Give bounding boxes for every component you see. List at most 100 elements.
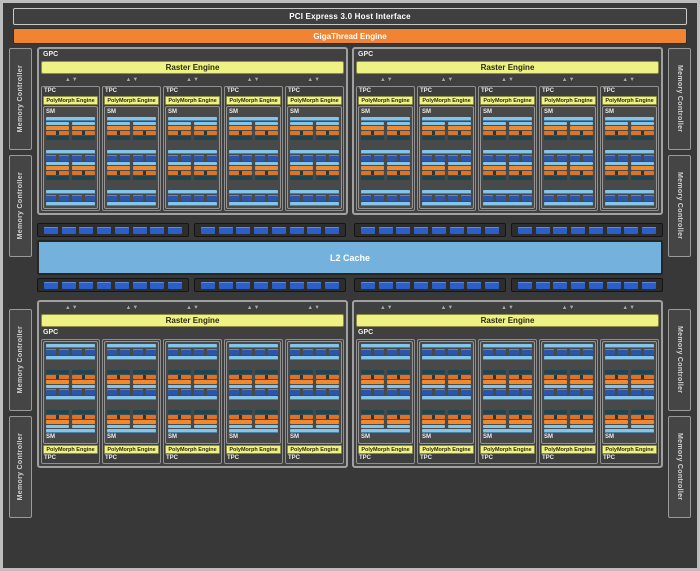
texture-unit <box>387 389 397 395</box>
register-file-bar <box>255 176 278 180</box>
sm-partition <box>290 162 339 189</box>
register-file-bar <box>229 410 252 414</box>
cuda-core-grid <box>316 142 339 149</box>
interconnect-group <box>37 223 189 237</box>
down-arrow-icon: ▼ <box>629 305 636 311</box>
instruction-buffer-bar <box>422 425 445 428</box>
shared-cache-bar <box>229 202 278 206</box>
warp-scheduler-bar <box>422 166 445 170</box>
texture-unit <box>46 349 56 355</box>
texture-unit <box>631 195 641 201</box>
texture-unit <box>583 155 593 161</box>
dispatch-unit-bar <box>544 415 567 419</box>
sm: SM <box>43 106 98 209</box>
instruction-cache-bar <box>544 429 593 433</box>
raster-engine-bar: Raster Engine <box>356 61 659 74</box>
instruction-buffer-bar <box>168 385 191 388</box>
texture-unit <box>120 195 130 201</box>
pci-express-host-interface-bar: PCI Express 3.0 Host Interface <box>13 8 687 25</box>
texture-unit-row <box>422 389 471 395</box>
instruction-buffer-bar <box>46 425 69 428</box>
warp-scheduler-bar <box>133 126 156 130</box>
texture-unit-row <box>422 349 471 355</box>
dispatch-unit-bar <box>133 171 156 175</box>
dispatch-unit-bar <box>133 131 156 135</box>
interconnect-block <box>485 281 500 289</box>
texture-unit <box>400 349 410 355</box>
instruction-buffer-bar <box>605 122 628 125</box>
up-arrow-icon: ▲ <box>186 305 192 311</box>
polymorph-engine-bar: PolyMorph Engine <box>419 96 474 105</box>
texture-unit <box>329 389 339 395</box>
register-file-bar <box>290 370 313 374</box>
instruction-buffer-bar <box>316 425 339 428</box>
polymorph-engine-bar: PolyMorph Engine <box>358 445 413 454</box>
warp-scheduler-bar <box>544 166 567 170</box>
warp-scheduler-bar <box>133 380 156 384</box>
instruction-buffer-bar <box>422 385 445 388</box>
updown-arrows-icon: ▲ ▼ <box>186 76 199 84</box>
dispatch-unit-bar <box>544 131 567 135</box>
sm-partition <box>422 162 471 189</box>
tpc-row: TPC PolyMorph Engine SM TPC PolyMorph Engine… <box>356 339 659 464</box>
register-file-bar <box>194 370 217 374</box>
texture-unit <box>374 349 384 355</box>
texture-unit <box>72 349 82 355</box>
warp-scheduler-bar <box>168 380 191 384</box>
instruction-buffer-bar <box>605 385 628 388</box>
cuda-core-grid <box>605 142 628 149</box>
texture-unit <box>605 389 615 395</box>
texture-unit <box>422 349 432 355</box>
tpc-row: TPC PolyMorph Engine SM TPC PolyMorph Engine… <box>356 86 659 211</box>
warp-scheduler-bar <box>605 126 628 130</box>
tpc: TPC PolyMorph Engine SM <box>163 86 222 211</box>
shared-cache-bar <box>605 190 654 194</box>
register-file-bar <box>570 176 593 180</box>
texture-unit <box>483 195 493 201</box>
dispatch-unit-bar <box>387 131 410 135</box>
warp-scheduler-bar <box>72 126 95 130</box>
sm-label: SM <box>290 109 299 115</box>
shared-cache-bar <box>483 396 532 400</box>
updown-arrows-icon: ▲ ▼ <box>380 304 393 312</box>
texture-unit <box>207 349 217 355</box>
shared-cache-bar <box>483 344 532 348</box>
sm-partition-column <box>229 122 252 149</box>
texture-unit <box>448 349 458 355</box>
texture-unit <box>483 155 493 161</box>
sm-partition <box>361 162 410 189</box>
texture-unit <box>72 389 82 395</box>
dispatch-unit-bar <box>361 131 384 135</box>
instruction-buffer-bar <box>631 122 654 125</box>
updown-arrows-icon: ▲ ▼ <box>247 76 260 84</box>
shared-cache-bar <box>361 150 410 154</box>
memory-controller-label: Memory Controller <box>17 326 24 394</box>
warp-scheduler-bar <box>422 126 445 130</box>
sm-partition <box>483 122 532 149</box>
dispatch-unit-bar <box>316 131 339 135</box>
texture-unit <box>194 155 204 161</box>
sm-partition-column <box>544 361 567 388</box>
interconnect-block <box>414 281 429 289</box>
updown-arrows-icon: ▲ ▼ <box>562 304 575 312</box>
shared-cache-bar <box>290 190 339 194</box>
register-file-bar <box>72 410 95 414</box>
instruction-cache-bar <box>361 117 410 121</box>
tpc-label: TPC <box>481 455 493 461</box>
shared-cache-bar <box>361 344 410 348</box>
warp-scheduler-bar <box>194 380 217 384</box>
register-file-bar <box>46 410 69 414</box>
diagram-body: Memory Controller Memory Controller Memory… <box>9 47 691 518</box>
instruction-buffer-bar <box>229 425 252 428</box>
down-arrow-icon: ▼ <box>447 305 454 311</box>
texture-unit <box>255 389 265 395</box>
instruction-buffer-bar <box>133 122 156 125</box>
down-arrow-icon: ▼ <box>253 77 260 83</box>
warp-scheduler-bar <box>361 420 384 424</box>
interconnect-block <box>467 226 482 234</box>
texture-unit <box>422 195 432 201</box>
sm-partition-column <box>605 122 628 149</box>
sm-partition-column <box>422 401 445 428</box>
tpc-label: TPC <box>481 88 493 94</box>
